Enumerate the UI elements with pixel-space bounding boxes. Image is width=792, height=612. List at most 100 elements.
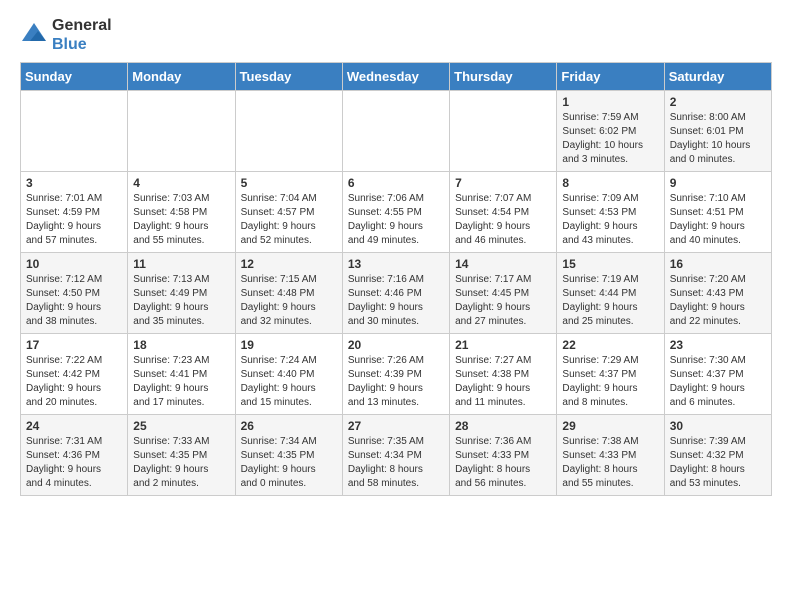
day-number: 25 — [133, 419, 229, 433]
calendar-cell: 5 Sunrise: 7:04 AM Sunset: 4:57 PM Daylig… — [235, 172, 342, 253]
logo-general: General — [52, 16, 112, 35]
day-number: 18 — [133, 338, 229, 352]
calendar-table: SundayMondayTuesdayWednesdayThursdayFrid… — [20, 62, 772, 496]
day-info: Sunrise: 7:24 AM Sunset: 4:40 PM Dayligh… — [241, 354, 337, 410]
day-number: 2 — [670, 95, 766, 109]
day-info: Sunrise: 7:35 AM Sunset: 4:34 PM Dayligh… — [348, 435, 444, 491]
calendar-cell: 19 Sunrise: 7:24 AM Sunset: 4:40 PM Dayli… — [235, 334, 342, 415]
day-info: Sunrise: 7:17 AM Sunset: 4:45 PM Dayligh… — [455, 273, 551, 329]
day-info: Sunrise: 7:04 AM Sunset: 4:57 PM Dayligh… — [241, 192, 337, 248]
day-info: Sunrise: 7:13 AM Sunset: 4:49 PM Dayligh… — [133, 273, 229, 329]
day-info: Sunrise: 7:23 AM Sunset: 4:41 PM Dayligh… — [133, 354, 229, 410]
calendar-week-row: 17 Sunrise: 7:22 AM Sunset: 4:42 PM Dayli… — [21, 334, 772, 415]
calendar-cell: 13 Sunrise: 7:16 AM Sunset: 4:46 PM Dayli… — [342, 253, 449, 334]
calendar-cell: 22 Sunrise: 7:29 AM Sunset: 4:37 PM Dayli… — [557, 334, 664, 415]
day-number: 17 — [26, 338, 122, 352]
day-info: Sunrise: 7:01 AM Sunset: 4:59 PM Dayligh… — [26, 192, 122, 248]
calendar-cell: 18 Sunrise: 7:23 AM Sunset: 4:41 PM Dayli… — [128, 334, 235, 415]
calendar-week-row: 10 Sunrise: 7:12 AM Sunset: 4:50 PM Dayli… — [21, 253, 772, 334]
weekday-header-wednesday: Wednesday — [342, 63, 449, 91]
calendar-cell: 12Sunrise: 7:15 AM Sunset: 4:48 PM Dayli… — [235, 253, 342, 334]
calendar-week-row: 1Sunrise: 7:59 AM Sunset: 6:02 PM Daylig… — [21, 91, 772, 172]
day-info: Sunrise: 7:03 AM Sunset: 4:58 PM Dayligh… — [133, 192, 229, 248]
calendar-cell: 28 Sunrise: 7:36 AM Sunset: 4:33 PM Dayli… — [450, 415, 557, 496]
day-number: 29 — [562, 419, 658, 433]
calendar-cell: 14 Sunrise: 7:17 AM Sunset: 4:45 PM Dayli… — [450, 253, 557, 334]
weekday-header-tuesday: Tuesday — [235, 63, 342, 91]
day-info: Sunrise: 7:39 AM Sunset: 4:32 PM Dayligh… — [670, 435, 766, 491]
day-info: Sunrise: 7:22 AM Sunset: 4:42 PM Dayligh… — [26, 354, 122, 410]
calendar-cell — [21, 91, 128, 172]
calendar-cell: 26 Sunrise: 7:34 AM Sunset: 4:35 PM Dayli… — [235, 415, 342, 496]
calendar-cell: 21 Sunrise: 7:27 AM Sunset: 4:38 PM Dayli… — [450, 334, 557, 415]
day-info: Sunrise: 7:20 AM Sunset: 4:43 PM Dayligh… — [670, 273, 766, 329]
calendar-week-row: 24Sunrise: 7:31 AM Sunset: 4:36 PM Dayli… — [21, 415, 772, 496]
day-number: 6 — [348, 176, 444, 190]
calendar-cell — [450, 91, 557, 172]
day-info: Sunrise: 7:36 AM Sunset: 4:33 PM Dayligh… — [455, 435, 551, 491]
day-number: 3 — [26, 176, 122, 190]
calendar-cell — [235, 91, 342, 172]
day-info: Sunrise: 8:00 AM Sunset: 6:01 PM Dayligh… — [670, 111, 766, 167]
calendar-cell: 17 Sunrise: 7:22 AM Sunset: 4:42 PM Dayli… — [21, 334, 128, 415]
day-number: 19 — [241, 338, 337, 352]
day-info: Sunrise: 7:16 AM Sunset: 4:46 PM Dayligh… — [348, 273, 444, 329]
day-number: 28 — [455, 419, 551, 433]
day-number: 5 — [241, 176, 337, 190]
day-number: 8 — [562, 176, 658, 190]
day-number: 13 — [348, 257, 444, 271]
weekday-header-monday: Monday — [128, 63, 235, 91]
calendar-cell: 2 Sunrise: 8:00 AM Sunset: 6:01 PM Daylig… — [664, 91, 771, 172]
day-info: Sunrise: 7:19 AM Sunset: 4:44 PM Dayligh… — [562, 273, 658, 329]
day-info: Sunrise: 7:29 AM Sunset: 4:37 PM Dayligh… — [562, 354, 658, 410]
day-info: Sunrise: 7:34 AM Sunset: 4:35 PM Dayligh… — [241, 435, 337, 491]
weekday-header-row: SundayMondayTuesdayWednesdayThursdayFrid… — [21, 63, 772, 91]
day-number: 10 — [26, 257, 122, 271]
calendar-cell: 9Sunrise: 7:10 AM Sunset: 4:51 PM Daylig… — [664, 172, 771, 253]
day-info: Sunrise: 7:07 AM Sunset: 4:54 PM Dayligh… — [455, 192, 551, 248]
day-info: Sunrise: 7:12 AM Sunset: 4:50 PM Dayligh… — [26, 273, 122, 329]
day-info: Sunrise: 7:31 AM Sunset: 4:36 PM Dayligh… — [26, 435, 122, 491]
calendar-cell: 29 Sunrise: 7:38 AM Sunset: 4:33 PM Dayli… — [557, 415, 664, 496]
day-number: 14 — [455, 257, 551, 271]
day-number: 26 — [241, 419, 337, 433]
day-number: 16 — [670, 257, 766, 271]
calendar-cell — [342, 91, 449, 172]
logo-blue: Blue — [52, 35, 112, 54]
day-number: 23 — [670, 338, 766, 352]
header: General Blue — [20, 16, 772, 54]
calendar-cell: 10 Sunrise: 7:12 AM Sunset: 4:50 PM Dayli… — [21, 253, 128, 334]
day-number: 9 — [670, 176, 766, 190]
calendar-cell: 24Sunrise: 7:31 AM Sunset: 4:36 PM Dayli… — [21, 415, 128, 496]
page: General Blue SundayMondayTuesdayWednesda… — [0, 0, 792, 512]
day-info: Sunrise: 7:38 AM Sunset: 4:33 PM Dayligh… — [562, 435, 658, 491]
calendar-cell: 7 Sunrise: 7:07 AM Sunset: 4:54 PM Daylig… — [450, 172, 557, 253]
calendar-cell: 30 Sunrise: 7:39 AM Sunset: 4:32 PM Dayli… — [664, 415, 771, 496]
calendar-cell: 27 Sunrise: 7:35 AM Sunset: 4:34 PM Dayli… — [342, 415, 449, 496]
day-number: 27 — [348, 419, 444, 433]
logo: General Blue — [20, 16, 112, 54]
day-number: 12 — [241, 257, 337, 271]
calendar-cell: 1Sunrise: 7:59 AM Sunset: 6:02 PM Daylig… — [557, 91, 664, 172]
calendar-cell: 15Sunrise: 7:19 AM Sunset: 4:44 PM Dayli… — [557, 253, 664, 334]
day-number: 20 — [348, 338, 444, 352]
weekday-header-thursday: Thursday — [450, 63, 557, 91]
day-info: Sunrise: 7:27 AM Sunset: 4:38 PM Dayligh… — [455, 354, 551, 410]
day-number: 1 — [562, 95, 658, 109]
day-info: Sunrise: 7:33 AM Sunset: 4:35 PM Dayligh… — [133, 435, 229, 491]
calendar-cell: 20Sunrise: 7:26 AM Sunset: 4:39 PM Dayli… — [342, 334, 449, 415]
calendar-cell: 25 Sunrise: 7:33 AM Sunset: 4:35 PM Dayli… — [128, 415, 235, 496]
day-info: Sunrise: 7:06 AM Sunset: 4:55 PM Dayligh… — [348, 192, 444, 248]
calendar-cell: 3 Sunrise: 7:01 AM Sunset: 4:59 PM Daylig… — [21, 172, 128, 253]
logo-icon — [20, 21, 48, 49]
day-number: 7 — [455, 176, 551, 190]
weekday-header-sunday: Sunday — [21, 63, 128, 91]
day-number: 30 — [670, 419, 766, 433]
day-info: Sunrise: 7:30 AM Sunset: 4:37 PM Dayligh… — [670, 354, 766, 410]
calendar-week-row: 3 Sunrise: 7:01 AM Sunset: 4:59 PM Daylig… — [21, 172, 772, 253]
calendar-cell: 8Sunrise: 7:09 AM Sunset: 4:53 PM Daylig… — [557, 172, 664, 253]
day-number: 22 — [562, 338, 658, 352]
day-number: 21 — [455, 338, 551, 352]
calendar-cell: 23 Sunrise: 7:30 AM Sunset: 4:37 PM Dayli… — [664, 334, 771, 415]
calendar-cell: 16 Sunrise: 7:20 AM Sunset: 4:43 PM Dayli… — [664, 253, 771, 334]
